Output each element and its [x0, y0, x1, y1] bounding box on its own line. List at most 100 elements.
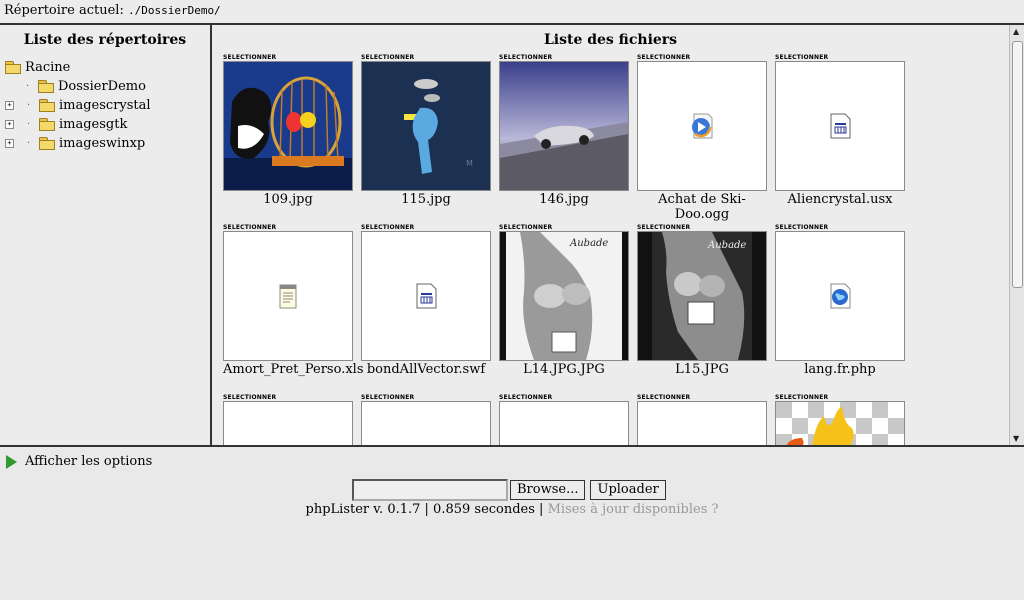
select-label[interactable]: SELECTIONNER: [361, 54, 491, 61]
text-document-icon: [279, 284, 297, 309]
tree-item-imagesgtk[interactable]: + · imagesgtk: [5, 115, 127, 133]
tree-root[interactable]: Racine: [5, 58, 70, 76]
footer-info: phpLister v. 0.1.7 | 0.859 secondes |: [305, 502, 544, 517]
thumbnail-image[interactable]: [499, 61, 629, 191]
directory-panel: Liste des répertoires Racine · DossierDe…: [0, 25, 212, 445]
expand-arrow-icon[interactable]: [6, 454, 17, 469]
thumbnail-document[interactable]: [775, 61, 905, 191]
file-tile[interactable]: SELECTIONNER: [637, 394, 767, 445]
svg-text:M: M: [466, 159, 473, 168]
tree-dot: ·: [27, 118, 31, 130]
file-name[interactable]: 115.jpg: [361, 192, 491, 207]
file-name[interactable]: Amort_Pret_Perso.xls: [223, 362, 364, 377]
show-options-toggle[interactable]: Afficher les options: [6, 454, 152, 469]
file-tile[interactable]: SELECTIONNER 109.jpg: [223, 54, 353, 207]
select-label[interactable]: SELECTIONNER: [223, 394, 353, 401]
file-name[interactable]: Aliencrystal.usx: [775, 192, 905, 207]
thumbnail-image[interactable]: Aubade: [499, 231, 629, 361]
expand-icon[interactable]: +: [5, 138, 14, 148]
web-page-icon: [830, 283, 851, 309]
browse-button[interactable]: Browse...: [510, 480, 586, 500]
thumbnail-blank[interactable]: [637, 401, 767, 445]
tree-item-dossierdemo[interactable]: · DossierDemo: [26, 77, 146, 95]
upload-file-input[interactable]: [352, 479, 508, 501]
tree-dot: ·: [26, 80, 30, 92]
media-player-icon: [690, 113, 713, 139]
file-name[interactable]: Achat de Ski-Doo.ogg: [637, 192, 767, 222]
folder-icon: [39, 99, 55, 112]
file-name[interactable]: L15.JPG: [637, 362, 767, 377]
expand-icon[interactable]: +: [5, 100, 14, 110]
select-label[interactable]: SELECTIONNER: [361, 394, 491, 401]
file-name[interactable]: lang.fr.php: [775, 362, 905, 377]
file-tile[interactable]: SELECTIONNER bondAllVector.swf: [361, 224, 491, 377]
file-tile[interactable]: SELECTIONNER Aubade L15.JPG: [637, 224, 767, 377]
folder-icon: [38, 80, 54, 93]
tree-item-imagescrystal[interactable]: + · imagescrystal: [5, 96, 151, 114]
select-label[interactable]: SELECTIONNER: [223, 224, 353, 231]
svg-text:Aubade: Aubade: [707, 240, 746, 251]
file-tile[interactable]: SELECTIONNER: [223, 394, 353, 445]
tree-root-label: Racine: [25, 59, 71, 75]
thumbnail-blank[interactable]: [223, 401, 353, 445]
tree-item-label: DossierDemo: [58, 78, 146, 94]
scroll-up-arrow-icon[interactable]: ▲: [1013, 27, 1019, 36]
file-panel-scrollbar[interactable]: ▲ ▼: [1009, 25, 1024, 445]
thumbnail-media[interactable]: [637, 61, 767, 191]
file-tile[interactable]: SELECTIONNER 146.jpg: [499, 54, 629, 207]
document-icon: [830, 113, 851, 139]
tree-dot: ·: [27, 137, 31, 149]
scroll-down-arrow-icon[interactable]: ▼: [1013, 434, 1019, 443]
select-label[interactable]: SELECTIONNER: [637, 394, 767, 401]
tree-item-label: imagesgtk: [59, 116, 128, 132]
file-tile[interactable]: SELECTIONNER: [361, 394, 491, 445]
upload-button[interactable]: Uploader: [590, 480, 666, 500]
file-tile[interactable]: SELECTIONNER Aubade L14.JPG.JPG: [499, 224, 629, 377]
file-panel: Liste des fichiers SELECTIONNER 109.jpg …: [212, 25, 1009, 445]
select-label[interactable]: SELECTIONNER: [499, 54, 629, 61]
select-label[interactable]: SELECTIONNER: [499, 394, 629, 401]
select-label[interactable]: SELECTIONNER: [775, 224, 905, 231]
document-icon: [416, 283, 437, 309]
thumbnail-image[interactable]: Aubade: [637, 231, 767, 361]
scrollbar-thumb[interactable]: [1012, 41, 1023, 288]
thumbnail-document[interactable]: [223, 231, 353, 361]
current-directory-label: Répertoire actuel: ./DossierDemo/: [4, 3, 221, 18]
file-name[interactable]: bondAllVector.swf: [361, 362, 491, 377]
folder-open-icon: [5, 61, 21, 74]
select-label[interactable]: SELECTIONNER: [637, 54, 767, 61]
expand-icon[interactable]: +: [5, 119, 14, 129]
file-tile[interactable]: SELECTIONNER: [775, 394, 905, 445]
select-label[interactable]: SELECTIONNER: [223, 54, 353, 61]
select-label[interactable]: SELECTIONNER: [775, 394, 905, 401]
file-tile[interactable]: SELECTIONNER Amort_Pret_Perso.xls: [223, 224, 364, 377]
select-label[interactable]: SELECTIONNER: [775, 54, 905, 61]
tree-item-label: imageswinxp: [59, 135, 146, 151]
upload-form: Browse... Uploader: [352, 479, 666, 501]
show-options-label[interactable]: Afficher les options: [25, 454, 152, 469]
divider: [0, 445, 1024, 447]
folder-icon: [39, 118, 55, 131]
thumbnail-image[interactable]: [223, 61, 353, 191]
file-tile[interactable]: SELECTIONNER: [499, 394, 629, 445]
select-label[interactable]: SELECTIONNER: [361, 224, 491, 231]
select-label[interactable]: SELECTIONNER: [499, 224, 629, 231]
file-tile[interactable]: SELECTIONNER M 115.jpg: [361, 54, 491, 207]
select-label[interactable]: SELECTIONNER: [637, 224, 767, 231]
directory-panel-title: Liste des répertoires: [23, 32, 187, 48]
file-tile[interactable]: SELECTIONNER Aliencrystal.usx: [775, 54, 905, 207]
file-name[interactable]: 109.jpg: [223, 192, 353, 207]
tree-item-imageswinxp[interactable]: + · imageswinxp: [5, 134, 145, 152]
file-tile[interactable]: SELECTIONNER lang.fr.php: [775, 224, 905, 377]
file-name[interactable]: L14.JPG.JPG: [499, 362, 629, 377]
updates-link[interactable]: Mises à jour disponibles ?: [548, 502, 719, 517]
thumbnail-image[interactable]: [775, 401, 905, 445]
thumbnail-blank[interactable]: [499, 401, 629, 445]
thumbnail-image[interactable]: M: [361, 61, 491, 191]
file-name[interactable]: 146.jpg: [499, 192, 629, 207]
folder-icon: [39, 137, 55, 150]
thumbnail-document[interactable]: [775, 231, 905, 361]
file-tile[interactable]: SELECTIONNER Achat de Ski-Doo.ogg: [637, 54, 767, 222]
thumbnail-document[interactable]: [361, 231, 491, 361]
thumbnail-blank[interactable]: [361, 401, 491, 445]
